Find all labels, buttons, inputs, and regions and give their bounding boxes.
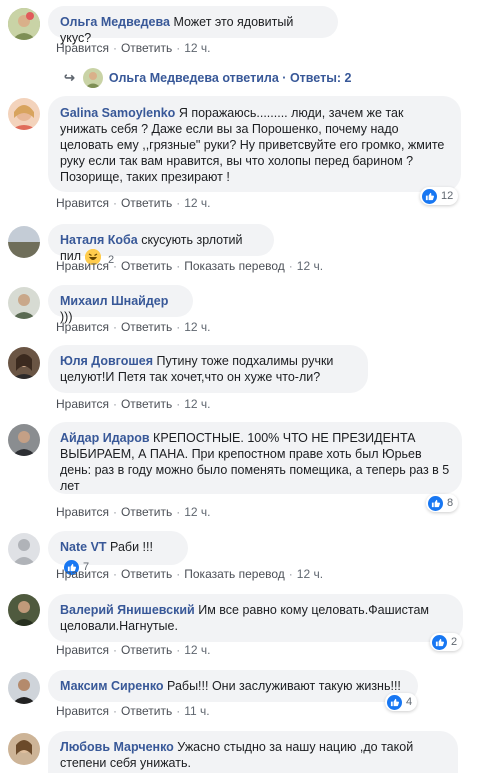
comment-bubble: Михаил Шнайдер ))) [48,285,193,324]
reply-link[interactable]: Ответить [121,41,172,55]
reactions-count[interactable]: 12 [420,187,459,205]
comment-bubble: Максим Сиренко Рабы!!! Они заслуживают т… [48,670,418,702]
reactions-count[interactable]: 4 [385,693,418,711]
comment-actions: Нравится · Ответить · 12 ч. [56,41,211,55]
avatar[interactable] [8,347,40,379]
comment-author[interactable]: Михаил Шнайдер [60,294,168,308]
comment-actions: Нравится · Ответить · 12 ч. [56,196,211,210]
comment-bubble: Юля Довгошея Путину тоже подхалимы ручки… [48,345,368,393]
comment-actions: Нравится · Ответить · 12 ч. [56,643,211,657]
comment-actions: Нравится · Ответить · Показать перевод · 12 ч. [56,259,324,273]
avatar[interactable] [8,98,40,130]
comment-bubble: Nate VT Раби !!! 7 [48,531,188,575]
comment-author[interactable]: Ольга Медведева [60,15,170,29]
comment-bubble: Айдар Идаров КРЕПОСТНЫЕ. 100% ЧТО НЕ ПРЕ… [48,422,462,494]
avatar[interactable] [8,8,40,40]
avatar[interactable] [8,226,40,258]
timestamp[interactable]: 12 ч. [184,643,210,657]
avatar[interactable] [8,733,40,765]
like-icon [387,694,402,710]
replies-count[interactable]: Ответы: 2 [290,71,352,85]
comment-text: Раби !!! [110,540,153,554]
reply-link[interactable]: Ответить [121,196,172,210]
avatar[interactable] [8,424,40,456]
like-icon [432,634,447,650]
reply-arrow-icon: ↪ [64,70,75,85]
comment-author[interactable]: Nate VT [60,540,107,554]
comment-author[interactable]: Валерий Янишевский [60,603,195,617]
timestamp[interactable]: 12 ч. [184,196,210,210]
comment-actions: Нравится · Ответить · Показать перевод · 12 ч. [56,567,324,581]
comment-bubble: Galina Samoylenko Я поражаюсь......... л… [48,96,461,192]
avatar[interactable] [8,672,40,704]
timestamp[interactable]: 12 ч. [184,41,210,55]
comment-author[interactable]: Юля Довгошея [60,354,153,368]
comment-bubble: Любовь Марченко Ужасно стыдно за нашу на… [48,731,458,773]
like-icon [422,188,437,204]
avatar [82,68,103,88]
reply-link[interactable]: Ответить [121,397,172,411]
comment-author[interactable]: Любовь Марченко [60,740,174,754]
timestamp[interactable]: 12 ч. [297,567,323,581]
reply-link[interactable]: Ответить [121,259,172,273]
timestamp[interactable]: 12 ч. [184,397,210,411]
comment-bubble: Ольга Медведева Может это ядовитый укус? [48,6,338,45]
comment-author[interactable]: Galina Samoylenko [60,106,175,120]
reply-link[interactable]: Ответить [121,567,172,581]
like-link[interactable]: Нравится [56,41,109,55]
reply-link[interactable]: Ответить [121,643,172,657]
like-link[interactable]: Нравится [56,704,109,718]
comment-author[interactable]: Максим Сиренко [60,679,164,693]
view-replies[interactable]: ↪ Ольга Медведева ответила · Ответы: 2 [64,68,351,88]
comment-actions: Нравится · Ответить · 12 ч. [56,397,211,411]
reply-link[interactable]: Ответить [121,505,172,519]
translate-link[interactable]: Показать перевод [184,259,285,273]
avatar[interactable] [8,533,40,565]
comment-actions: Нравится · Ответить · 12 ч. [56,505,211,519]
replies-separator: · [282,71,287,85]
like-link[interactable]: Нравится [56,567,109,581]
comment-bubble: Наталя Коба скусують зрлотий пил 2 [48,224,274,266]
avatar[interactable] [8,287,40,319]
reply-link[interactable]: Ответить [121,704,172,718]
like-link[interactable]: Нравится [56,259,109,273]
like-link[interactable]: Нравится [56,196,109,210]
timestamp[interactable]: 11 ч. [184,704,209,718]
comment-author[interactable]: Наталя Коба [60,233,138,247]
timestamp[interactable]: 12 ч. [184,505,210,519]
reactions-count[interactable]: 8 [426,494,459,512]
replies-action: ответила [222,71,279,85]
comment-author[interactable]: Айдар Идаров [60,431,150,445]
like-link[interactable]: Нравится [56,397,109,411]
comment-bubble: Валерий Янишевский Им все равно кому цел… [48,594,463,642]
reply-link[interactable]: Ответить [121,320,172,334]
timestamp[interactable]: 12 ч. [184,320,210,334]
timestamp[interactable]: 12 ч. [297,259,323,273]
comment-text: Рабы!!! Они заслуживают такую жизнь!!! [167,679,401,693]
avatar[interactable] [8,594,40,626]
replies-author[interactable]: Ольга Медведева [109,71,219,85]
comment-actions: Нравится · Ответить · 11 ч. [56,704,210,718]
like-link[interactable]: Нравится [56,320,109,334]
reactions-count[interactable]: 2 [430,633,463,651]
comment-actions: Нравится · Ответить · 12 ч. [56,320,211,334]
like-icon [428,495,443,511]
translate-link[interactable]: Показать перевод [184,567,285,581]
like-link[interactable]: Нравится [56,505,109,519]
like-link[interactable]: Нравится [56,643,109,657]
